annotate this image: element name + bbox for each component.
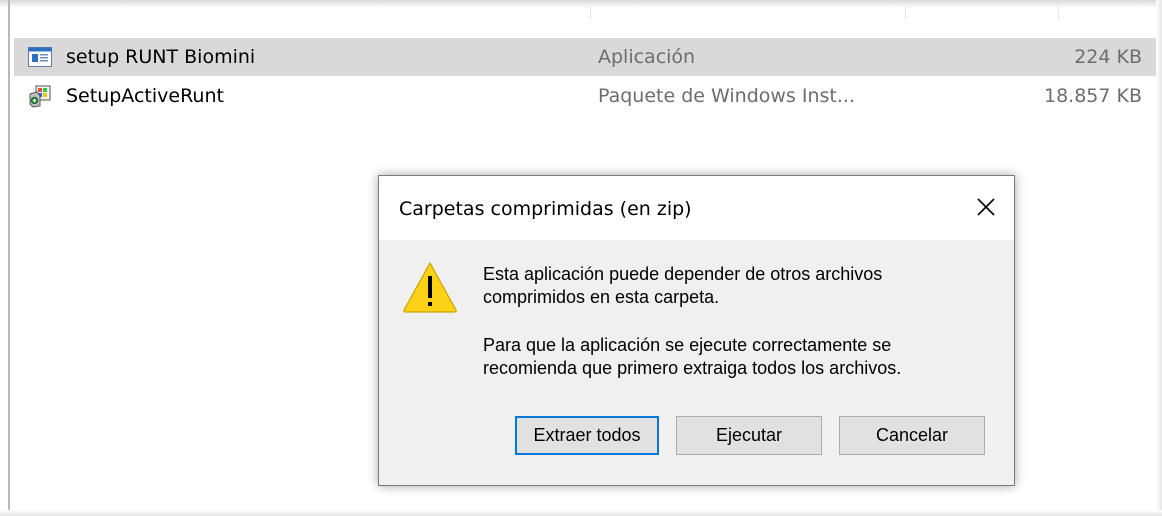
dialog-title: Carpetas comprimidas (en zip) [399,198,692,220]
compressed-folder-dialog: Carpetas comprimidas (en zip) Esta aplic… [378,175,1015,486]
file-type: Paquete de Windows Inst... [598,85,855,107]
run-button[interactable]: Ejecutar [676,416,822,455]
application-icon [28,47,52,67]
message-line: recomienda que primero extraiga todos lo… [483,358,902,378]
message-line: Para que la aplicación se ejecute correc… [483,335,892,355]
warning-icon [403,262,457,313]
file-size: 224 KB [1074,46,1142,68]
file-name: SetupActiveRunt [66,85,224,107]
dialog-message-primary: Esta aplicación puede depender de otros … [483,263,993,309]
dialog-message-secondary: Para que la aplicación se ejecute correc… [483,334,993,380]
window-left-edge [8,0,10,516]
file-type: Aplicación [598,46,696,68]
column-header-row [10,0,1156,24]
file-row-setup-runt-biomini[interactable]: setup RUNT Biomini Aplicación 224 KB [14,38,1156,76]
message-line: comprimidos en esta carpeta. [483,287,720,307]
close-icon[interactable] [972,193,1000,221]
windows-installer-icon [29,85,51,108]
window-right-edge [1156,0,1162,516]
cancel-button[interactable]: Cancelar [839,416,985,455]
window-bottom-edge [0,510,1162,516]
dialog-body: Esta aplicación puede depender de otros … [379,240,1014,485]
file-row-setupactiverunt[interactable]: SetupActiveRunt Paquete de Windows Inst.… [14,77,1156,115]
message-line: Esta aplicación puede depender de otros … [483,264,883,284]
column-separator[interactable] [1058,6,1059,20]
column-separator[interactable] [905,6,906,20]
dialog-titlebar[interactable]: Carpetas comprimidas (en zip) [379,176,1014,240]
file-name: setup RUNT Biomini [66,46,256,68]
extract-all-button[interactable]: Extraer todos [515,416,659,455]
explorer-window: setup RUNT Biomini Aplicación 224 KB Set… [0,0,1162,516]
file-size: 18.857 KB [1043,85,1142,107]
column-separator[interactable] [590,6,591,20]
